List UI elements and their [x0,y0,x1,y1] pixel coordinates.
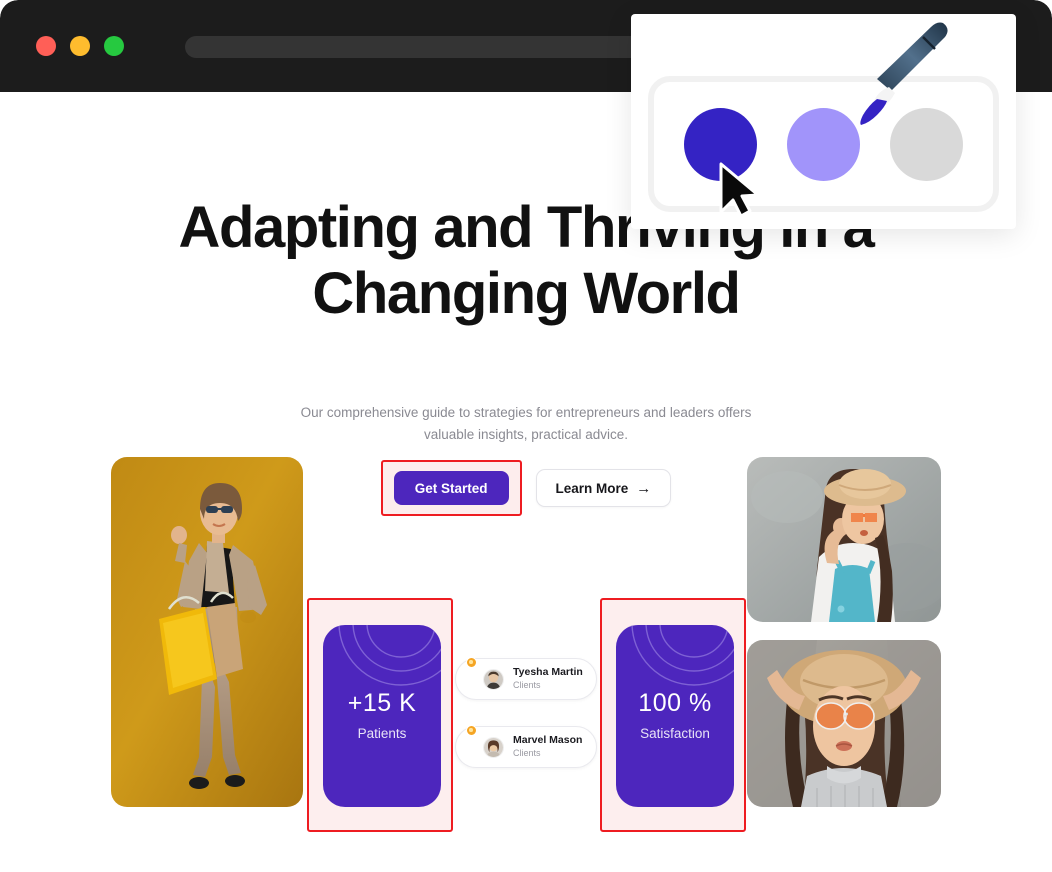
get-started-annotation-box: Get Started [380,460,522,516]
client-role: Clients [513,747,541,758]
stat-label: Patients [357,726,407,742]
notification-badge-icon [466,657,477,668]
maximize-window-button[interactable] [104,36,124,56]
close-window-button[interactable] [36,36,56,56]
client-role: Clients [513,679,541,690]
photo-woman-in-hat-lying-down [747,640,941,807]
client-info: Marvel Mason Clients [513,735,582,758]
client-name: Marvel Mason [513,734,583,747]
color-swatch-light-purple[interactable] [787,107,860,181]
photo-woman-with-shopping-bags [111,457,303,807]
client-chip-tyesha-martin[interactable]: Tyesha Martin Clients [455,657,597,700]
stat-label: Satisfaction [640,726,710,742]
page-subtitle: Our comprehensive guide to strategies fo… [300,405,752,442]
avatar [483,668,504,690]
learn-more-label: Learn More [555,480,629,496]
screenshot-root: Adapting and Thriving in a Changing Worl… [0,0,1052,872]
patients-stat-annotation-box: +15 K Patients [307,598,453,832]
client-name: Tyesha Martin [513,666,583,679]
page-title-line-2: Changing World [312,261,741,327]
client-info: Tyesha Martin Clients [513,667,583,690]
stat-card-satisfaction[interactable]: 100 % Satisfaction [616,625,734,807]
notification-badge-icon [466,725,477,736]
stat-value: 100 % [638,689,712,718]
color-swatch-gray[interactable] [890,107,963,181]
get-started-button[interactable]: Get Started [393,471,509,505]
stat-value: +15 K [347,689,417,718]
color-picker-overlay [631,14,1016,229]
photo-woman-in-hat-denim [747,457,941,622]
satisfaction-stat-annotation-box: 100 % Satisfaction [600,598,746,832]
client-chip-marvel-mason[interactable]: Marvel Mason Clients [455,725,597,768]
arrow-right-icon: → [636,479,652,497]
stat-card-patients[interactable]: +15 K Patients [323,625,441,807]
learn-more-button[interactable]: Learn More → [535,469,672,507]
traffic-lights [36,36,124,56]
avatar [483,736,504,758]
color-swatch-tray [648,76,999,212]
minimize-window-button[interactable] [70,36,90,56]
color-swatch-indigo[interactable] [684,107,757,181]
